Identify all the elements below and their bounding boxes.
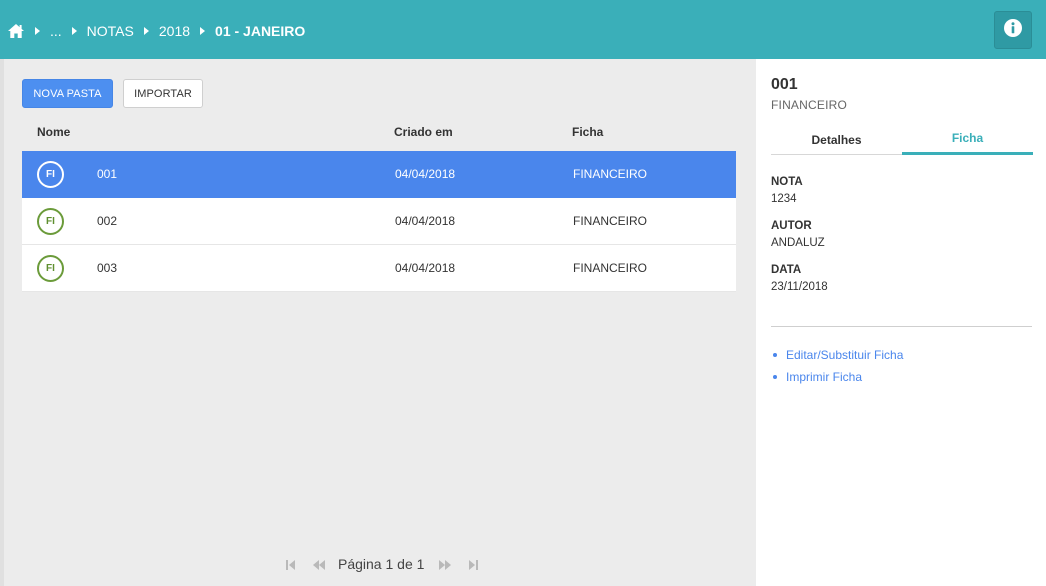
table-row[interactable]: FI 002 04/04/2018 FINANCEIRO bbox=[22, 198, 736, 245]
row-ficha: FINANCEIRO bbox=[573, 214, 648, 228]
type-badge: FI bbox=[37, 255, 64, 282]
tab-ficha[interactable]: Ficha bbox=[902, 124, 1033, 155]
column-header-created[interactable]: Criado em bbox=[394, 125, 453, 139]
breadcrumb-ellipsis[interactable]: ... bbox=[50, 23, 62, 39]
breadcrumb: ... NOTAS 2018 01 - JANEIRO bbox=[7, 21, 305, 41]
top-bar: ... NOTAS 2018 01 - JANEIRO bbox=[0, 0, 1046, 59]
info-button[interactable] bbox=[994, 11, 1032, 49]
main-content: NOVA PASTA IMPORTAR Nome Criado em Ficha… bbox=[0, 59, 756, 586]
field-value-data: 23/11/2018 bbox=[771, 281, 828, 293]
chevron-right-icon bbox=[71, 27, 77, 35]
print-ficha-link[interactable]: Imprimir Ficha bbox=[772, 366, 903, 388]
chevron-right-icon bbox=[143, 27, 149, 35]
divider bbox=[771, 326, 1032, 327]
tab-detalhes[interactable]: Detalhes bbox=[771, 124, 902, 155]
field-value-nota: 1234 bbox=[771, 193, 797, 205]
table-row[interactable]: FI 003 04/04/2018 FINANCEIRO bbox=[22, 245, 736, 292]
breadcrumb-item-2018[interactable]: 2018 bbox=[159, 23, 190, 39]
edit-replace-ficha-link[interactable]: Editar/Substituir Ficha bbox=[772, 344, 903, 366]
field-label-data: DATA bbox=[771, 264, 802, 276]
row-name: 001 bbox=[97, 167, 118, 181]
details-title: 001 bbox=[771, 76, 798, 93]
table-header: Nome Criado em Ficha bbox=[22, 121, 736, 151]
page-indicator: Página 1 de 1 bbox=[338, 556, 425, 572]
row-ficha: FINANCEIRO bbox=[573, 167, 648, 181]
field-value-autor: ANDALUZ bbox=[771, 237, 825, 249]
chevron-right-icon bbox=[200, 27, 206, 35]
row-created: 04/04/2018 bbox=[395, 261, 456, 275]
field-label-autor: AUTOR bbox=[771, 220, 812, 232]
row-created: 04/04/2018 bbox=[395, 214, 456, 228]
column-header-name[interactable]: Nome bbox=[37, 125, 70, 139]
type-badge: FI bbox=[37, 161, 64, 188]
actions-list: Editar/Substituir Ficha Imprimir Ficha bbox=[772, 344, 903, 388]
pagination: Página 1 de 1 bbox=[284, 553, 480, 575]
column-header-ficha[interactable]: Ficha bbox=[572, 125, 603, 139]
new-folder-button[interactable]: NOVA PASTA bbox=[22, 79, 113, 108]
chevron-right-icon bbox=[35, 27, 40, 35]
first-page-icon[interactable] bbox=[284, 558, 298, 570]
table-row[interactable]: FI 001 04/04/2018 FINANCEIRO bbox=[22, 151, 736, 198]
breadcrumb-item-notas[interactable]: NOTAS bbox=[87, 23, 134, 39]
previous-page-icon[interactable] bbox=[312, 558, 326, 570]
home-icon[interactable] bbox=[7, 23, 25, 39]
next-page-icon[interactable] bbox=[438, 558, 452, 570]
row-name: 002 bbox=[97, 214, 118, 228]
field-label-nota: NOTA bbox=[771, 176, 803, 188]
last-page-icon[interactable] bbox=[466, 558, 480, 570]
row-ficha: FINANCEIRO bbox=[573, 261, 648, 275]
details-subtitle: FINANCEIRO bbox=[771, 98, 848, 112]
type-badge: FI bbox=[37, 208, 64, 235]
info-icon bbox=[1003, 18, 1023, 43]
row-created: 04/04/2018 bbox=[395, 167, 456, 181]
details-panel: 001 FINANCEIRO Detalhes Ficha NOTA 1234 … bbox=[756, 59, 1046, 586]
table-body: FI 001 04/04/2018 FINANCEIRO FI 002 04/0… bbox=[22, 151, 736, 292]
details-tabs: Detalhes Ficha bbox=[771, 124, 1033, 155]
row-name: 003 bbox=[97, 261, 118, 275]
import-button[interactable]: IMPORTAR bbox=[123, 79, 203, 108]
breadcrumb-current: 01 - JANEIRO bbox=[215, 23, 306, 39]
